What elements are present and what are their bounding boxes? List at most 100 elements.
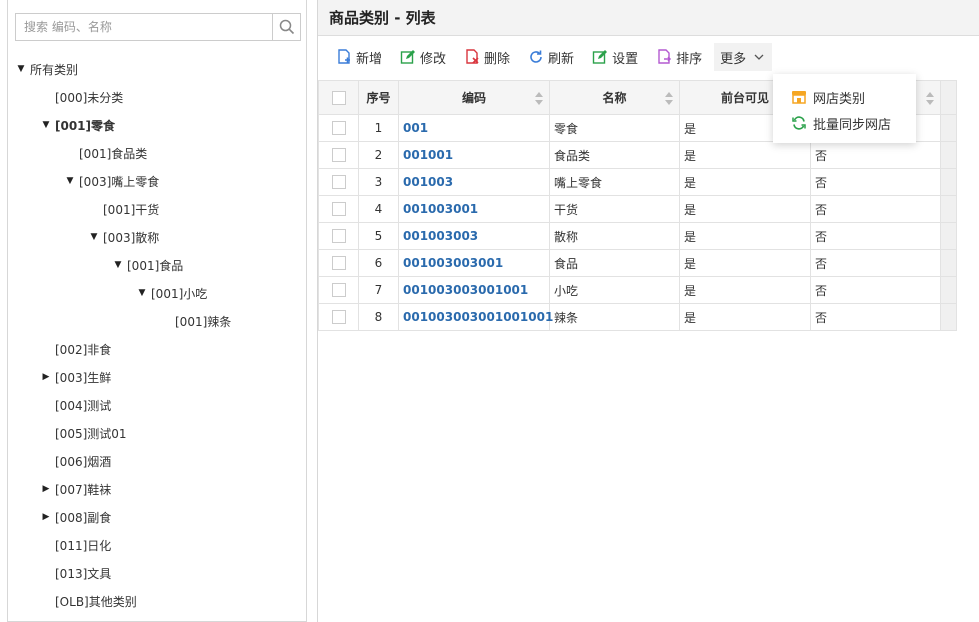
menu-item-batch-sync[interactable]: 批量同步网店 bbox=[773, 110, 916, 136]
row-checkbox[interactable] bbox=[331, 148, 346, 163]
tree-item[interactable]: [001]食品类 bbox=[65, 139, 147, 167]
tree-item[interactable]: [001]辣条 bbox=[161, 307, 231, 335]
tree-item[interactable]: ▶ [003]生鲜 bbox=[41, 363, 112, 391]
row-checkbox[interactable] bbox=[331, 310, 346, 325]
tree-item[interactable]: [001]干货 bbox=[89, 195, 159, 223]
header-code[interactable]: 编码 bbox=[398, 80, 550, 115]
table-row[interactable]: 5 001003003 散称是否 bbox=[318, 222, 957, 250]
tree-item[interactable]: ▶ [008]副食 bbox=[41, 503, 112, 531]
tree-item[interactable]: ▼ [001]零食 bbox=[41, 111, 116, 139]
sort-icon[interactable] bbox=[926, 92, 934, 106]
tree-item[interactable]: [000]未分类 bbox=[41, 83, 123, 111]
sort-button[interactable]: 排序 bbox=[650, 43, 708, 71]
refresh-button[interactable]: 刷新 bbox=[522, 43, 580, 71]
table-row[interactable]: 8 001003003001001001 辣条是否 bbox=[318, 303, 957, 331]
cell-code[interactable]: 001003 bbox=[398, 168, 550, 196]
tree-item[interactable]: ▼ 所有类别 bbox=[16, 55, 78, 83]
table-row[interactable]: 6 001003003001 食品是否 bbox=[318, 249, 957, 277]
add-button[interactable]: 新增 bbox=[330, 43, 388, 71]
tree-item[interactable]: ▼ [003]散称 bbox=[89, 223, 160, 251]
scrollbar-track[interactable] bbox=[940, 249, 957, 277]
tree-item-label: [008]副食 bbox=[55, 510, 112, 525]
code-link[interactable]: 001003003001 bbox=[403, 256, 503, 270]
cell-code[interactable]: 001003003001001001 bbox=[398, 303, 553, 331]
select-all-checkbox[interactable] bbox=[331, 90, 346, 105]
code-link[interactable]: 001003003001001 bbox=[403, 283, 528, 297]
sort-button-label: 排序 bbox=[676, 51, 703, 67]
cell-visible: 是 bbox=[679, 222, 811, 250]
menu-item-shop-category[interactable]: 网店类别 bbox=[773, 84, 916, 110]
tree-item[interactable]: ▼ [001]食品 bbox=[113, 251, 184, 279]
cell-code[interactable]: 001003003001001 bbox=[398, 276, 550, 304]
search-input[interactable] bbox=[16, 14, 271, 40]
cell-name: 嘴上零食 bbox=[549, 168, 680, 196]
tree-item-label: [001]辣条 bbox=[175, 314, 232, 329]
row-checkbox-cell bbox=[318, 168, 359, 196]
row-checkbox[interactable] bbox=[331, 283, 346, 298]
tree-item[interactable]: [002]非食 bbox=[41, 335, 111, 363]
caret-down-icon[interactable]: ▼ bbox=[89, 232, 99, 242]
scrollbar-track[interactable] bbox=[940, 276, 957, 304]
code-link[interactable]: 001003001 bbox=[403, 202, 478, 216]
code-link[interactable]: 001 bbox=[403, 121, 428, 135]
scrollbar-track[interactable] bbox=[940, 303, 957, 331]
row-checkbox[interactable] bbox=[331, 229, 346, 244]
table-row[interactable]: 4 001003001 干货是否 bbox=[318, 195, 957, 223]
table-row[interactable]: 7 001003003001001 小吃是否 bbox=[318, 276, 957, 304]
cell-name: 零食 bbox=[549, 114, 680, 142]
search-box bbox=[15, 13, 301, 41]
code-link[interactable]: 001003003001001001 bbox=[403, 310, 553, 324]
cell-extra: 否 bbox=[810, 276, 941, 304]
tree-item[interactable]: [011]日化 bbox=[41, 531, 111, 559]
caret-down-icon[interactable]: ▼ bbox=[137, 288, 147, 298]
more-button[interactable]: 更多 bbox=[714, 43, 773, 71]
caret-down-icon[interactable]: ▼ bbox=[113, 260, 123, 270]
settings-button[interactable]: 设置 bbox=[586, 43, 644, 71]
cell-code[interactable]: 001 bbox=[398, 114, 550, 142]
cell-code[interactable]: 001003003 bbox=[398, 222, 550, 250]
code-link[interactable]: 001001 bbox=[403, 148, 453, 162]
delete-button[interactable]: 删除 bbox=[458, 43, 516, 71]
scrollbar-track[interactable] bbox=[940, 222, 957, 250]
row-checkbox[interactable] bbox=[331, 175, 346, 190]
cell-code[interactable]: 001001 bbox=[398, 141, 550, 169]
cell-code[interactable]: 001003001 bbox=[398, 195, 550, 223]
cell-extra: 否 bbox=[810, 303, 941, 331]
tree-item[interactable]: ▶ [007]鞋袜 bbox=[41, 475, 112, 503]
scrollbar-track[interactable] bbox=[940, 141, 957, 169]
delete-file-icon bbox=[466, 49, 479, 64]
row-checkbox[interactable] bbox=[331, 256, 346, 271]
sort-icon[interactable] bbox=[665, 92, 673, 106]
scrollbar-track[interactable] bbox=[940, 168, 957, 196]
header-name[interactable]: 名称 bbox=[549, 80, 680, 115]
caret-down-icon[interactable]: ▼ bbox=[41, 120, 51, 130]
table-row[interactable]: 2 001001 食品类是否 bbox=[318, 141, 957, 169]
caret-down-icon[interactable]: ▼ bbox=[65, 176, 75, 186]
edit-button[interactable]: 修改 bbox=[394, 43, 452, 71]
tree-item[interactable]: [013]文具 bbox=[41, 559, 111, 587]
tree-item[interactable]: ▼ [003]嘴上零食 bbox=[65, 167, 160, 195]
sort-icon[interactable] bbox=[535, 92, 543, 106]
cell-code[interactable]: 001003003001 bbox=[398, 249, 550, 277]
cell-name: 散称 bbox=[549, 222, 680, 250]
tree-item[interactable]: [OLB]其他类别 bbox=[41, 587, 137, 615]
search-button[interactable] bbox=[272, 14, 300, 40]
edit-button-label: 修改 bbox=[420, 51, 447, 67]
tree-item[interactable]: [004]测试 bbox=[41, 391, 111, 419]
tree-item[interactable]: [005]测试01 bbox=[41, 419, 127, 447]
caret-right-icon[interactable]: ▶ bbox=[41, 372, 51, 382]
code-link[interactable]: 001003003 bbox=[403, 229, 478, 243]
row-checkbox[interactable] bbox=[331, 202, 346, 217]
row-checkbox[interactable] bbox=[331, 121, 346, 136]
settings-button-label: 设置 bbox=[612, 51, 639, 67]
tree-item[interactable]: ▼ [001]小吃 bbox=[137, 279, 208, 307]
table-row[interactable]: 3 001003 嘴上零食是否 bbox=[318, 168, 957, 196]
tree-item[interactable]: [006]烟酒 bbox=[41, 447, 111, 475]
scrollbar-track[interactable] bbox=[940, 195, 957, 223]
scrollbar-track[interactable] bbox=[940, 114, 957, 142]
caret-right-icon[interactable]: ▶ bbox=[41, 512, 51, 522]
caret-right-icon[interactable]: ▶ bbox=[41, 484, 51, 494]
caret-down-icon[interactable]: ▼ bbox=[16, 64, 26, 74]
cell-visible: 是 bbox=[679, 168, 811, 196]
code-link[interactable]: 001003 bbox=[403, 175, 453, 189]
